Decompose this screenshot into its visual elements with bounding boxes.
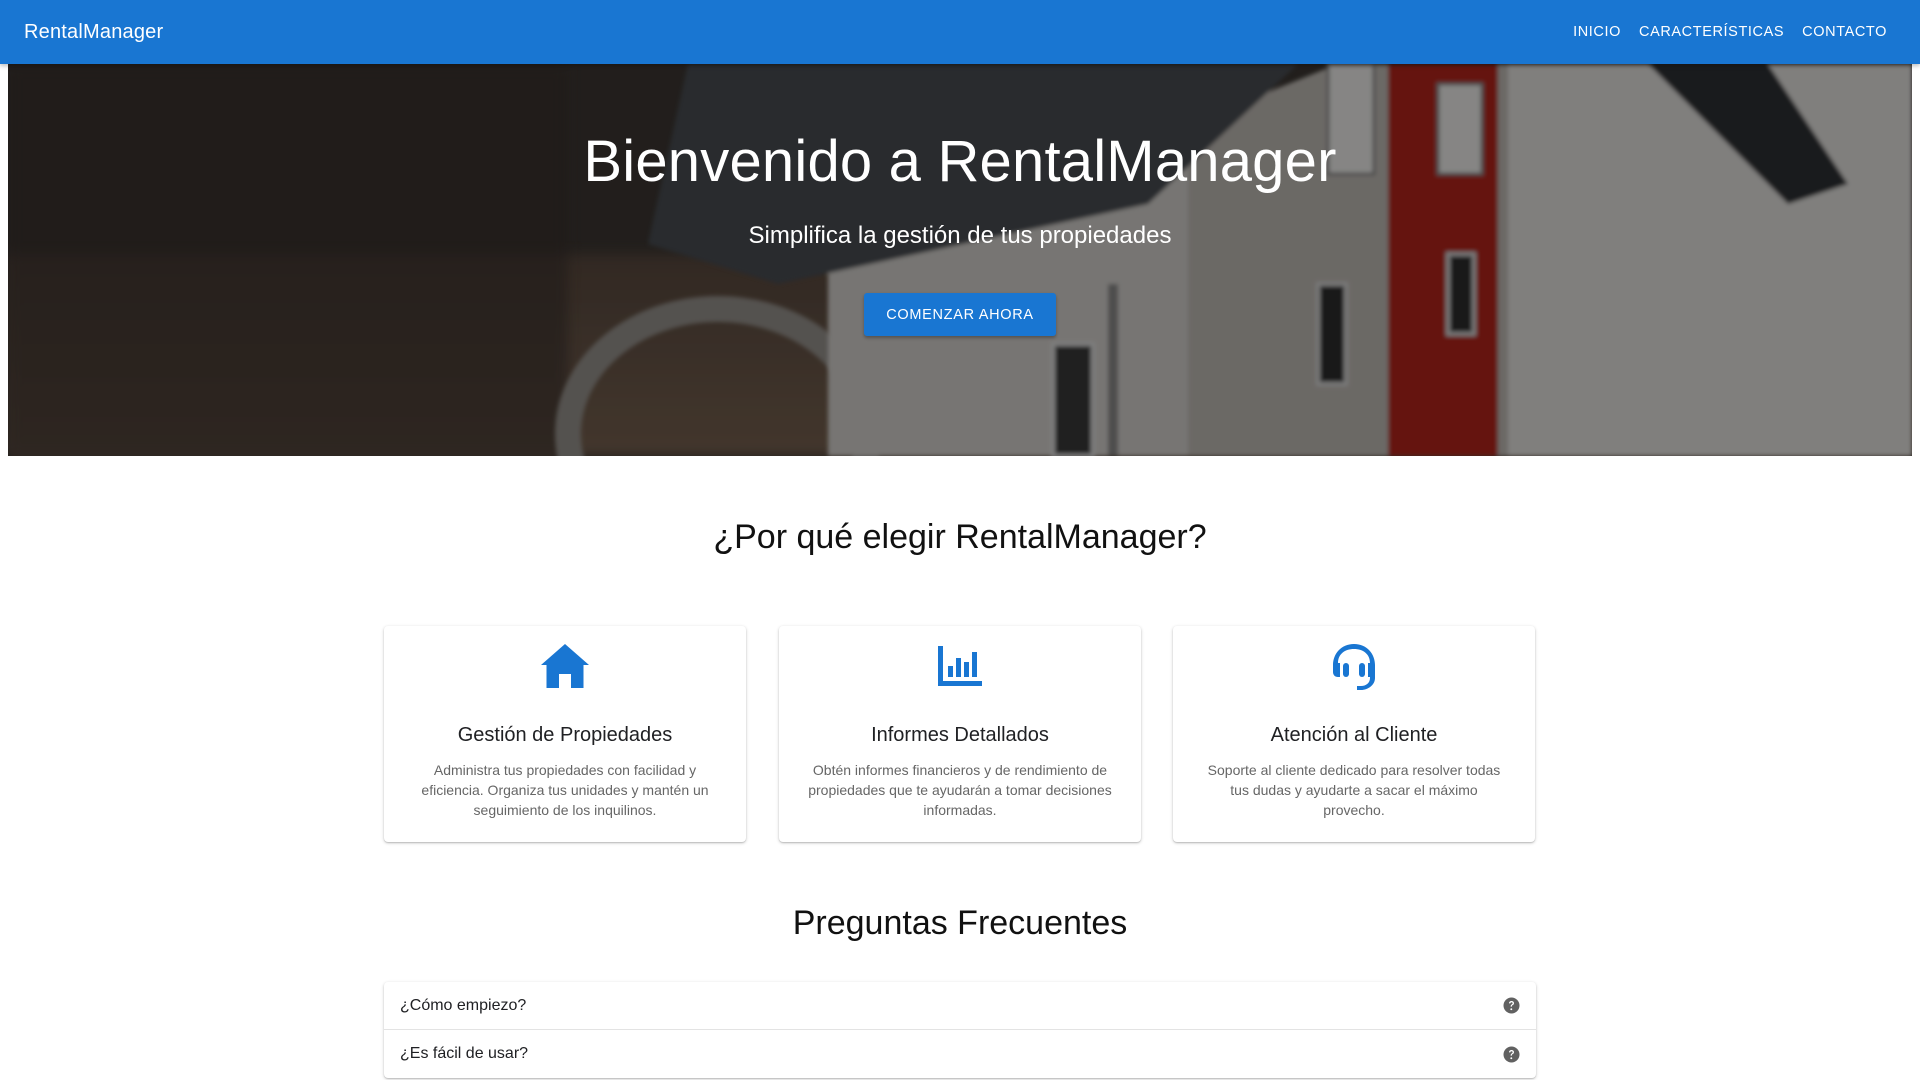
nav-caracteristicas[interactable]: CARACTERÍSTICAS xyxy=(1630,14,1793,50)
faq-accordion: ¿Cómo empiezo? ¿Es fácil de usar? xyxy=(384,982,1536,1078)
faq-title: Preguntas Frecuentes xyxy=(792,904,1128,942)
get-started-button[interactable]: COMENZAR AHORA xyxy=(864,293,1056,336)
faq-question: ¿Es fácil de usar? xyxy=(400,1045,529,1062)
feature-card-support: Atención al Cliente Soporte al cliente d… xyxy=(1173,626,1535,842)
feature-card-reports: Informes Detallados Obtén informes finan… xyxy=(779,626,1141,842)
hero-subtitle: Simplifica la gestión de tus propiedades xyxy=(748,222,1172,249)
hero-banner: Bienvenido a RentalManager Simplifica la… xyxy=(8,64,1912,456)
home-icon xyxy=(541,644,589,688)
hero-content: Bienvenido a RentalManager Simplifica la… xyxy=(8,64,1912,456)
faq-item[interactable]: ¿Es fácil de usar? xyxy=(384,1030,1536,1078)
feature-card-title: Atención al Cliente xyxy=(1270,724,1438,746)
nav-contacto[interactable]: CONTACTO xyxy=(1793,14,1896,50)
headset-icon xyxy=(1333,644,1375,690)
feature-card-text: Administra tus propiedades con facilidad… xyxy=(421,762,709,818)
brand-logo[interactable]: RentalManager xyxy=(24,21,163,44)
app-bar: RentalManager INICIO CARACTERÍSTICAS CON… xyxy=(0,0,1920,64)
nav-inicio[interactable]: INICIO xyxy=(1564,14,1630,50)
feature-card-text: Obtén informes financieros y de rendimie… xyxy=(808,762,1112,818)
feature-card-text: Soporte al cliente dedicado para resolve… xyxy=(1207,762,1501,818)
faq-item[interactable]: ¿Cómo empiezo? xyxy=(384,982,1536,1030)
hero-title: Bienvenido a RentalManager xyxy=(583,129,1337,194)
feature-card-title: Informes Detallados xyxy=(871,724,1049,746)
main-nav: INICIO CARACTERÍSTICAS CONTACTO xyxy=(1564,14,1896,50)
question-circle-icon xyxy=(1503,997,1520,1014)
feature-card-properties: Gestión de Propiedades Administra tus pr… xyxy=(384,626,746,842)
chart-icon xyxy=(938,646,982,686)
features-title: ¿Por qué elegir RentalManager? xyxy=(713,518,1207,556)
feature-card-title: Gestión de Propiedades xyxy=(457,724,673,746)
faq-question: ¿Cómo empiezo? xyxy=(400,996,527,1014)
question-circle-icon xyxy=(1503,1046,1520,1062)
